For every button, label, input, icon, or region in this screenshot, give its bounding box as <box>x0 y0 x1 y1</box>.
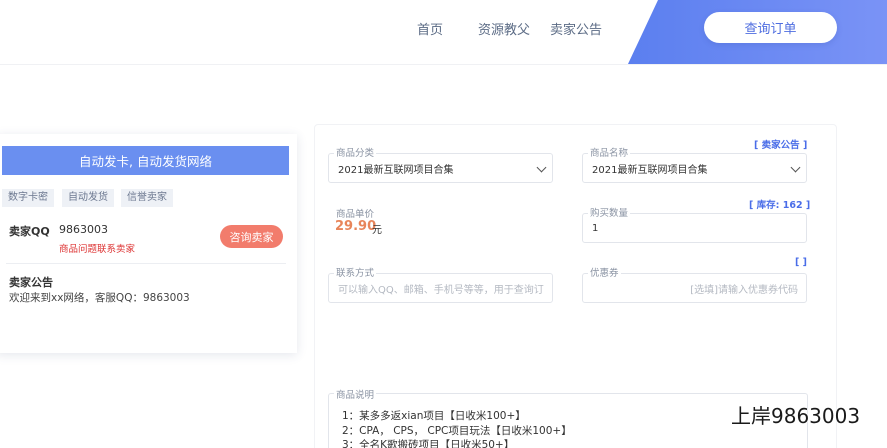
quantity-label: 购买数量 <box>588 205 631 219</box>
contact-label: 联系方式 <box>334 265 377 279</box>
watermark-text: 上岸9863003 <box>731 404 861 428</box>
seller-title-banner: 自动发卡, 自动发货网络 <box>2 146 289 175</box>
description-line: 3：全名K歌搬砖项目【日收米50+】 <box>342 439 515 448</box>
stock-indicator: [ 库存: 162 ] <box>749 200 811 211</box>
contact-placeholder: 可以输入QQ、邮箱、手机号等等，用于查询订 <box>338 284 544 296</box>
category-value: 2021最新互联网项目合集 <box>338 164 454 176</box>
seller-notice-title: 卖家公告 <box>9 276 53 289</box>
quantity-value: 1 <box>592 222 599 234</box>
price-unit: 元 <box>372 225 382 236</box>
top-header: 首页 资源教父 卖家公告 查询订单 <box>0 0 887 65</box>
category-label: 商品分类 <box>334 145 377 159</box>
description-label: 商品说明 <box>334 387 377 401</box>
card-divider <box>6 263 286 264</box>
price-label: 商品单价 <box>334 206 377 220</box>
seller-notice-text: 欢迎来到xx网络，客服QQ：9863003 <box>9 292 190 304</box>
tag-trusted-seller: 信誉卖家 <box>121 189 173 207</box>
chevron-down-icon <box>790 162 801 173</box>
nav-seller-notice[interactable]: 卖家公告 <box>550 19 602 38</box>
seller-qq-number: 9863003 <box>59 223 108 236</box>
price-value: 29.90 <box>335 219 377 234</box>
description-line: 1：某多多返xian项目【日收米100+】 <box>342 410 526 422</box>
coupon-link[interactable]: [ ] <box>795 257 807 268</box>
tag-digital-card: 数字卡密 <box>2 189 54 207</box>
seller-notice-link[interactable]: [ 卖家公告 ] <box>754 137 807 151</box>
tag-auto-delivery: 自动发货 <box>62 189 114 207</box>
chevron-down-icon <box>536 162 547 173</box>
nav-resources[interactable]: 资源教父 <box>478 19 530 38</box>
product-name-value: 2021最新互联网项目合集 <box>592 164 708 176</box>
coupon-placeholder: [选填]请输入优惠券代码 <box>690 284 798 296</box>
product-name-label: 商品名称 <box>588 145 631 159</box>
seller-card: 自动发卡, 自动发货网络 数字卡密 自动发货 信誉卖家 卖家QQ 9863003… <box>0 134 297 353</box>
seller-qq-tip: 商品问题联系卖家 <box>59 244 136 255</box>
description-line: 2：CPA， CPS， CPC项目玩法【日收米100+】 <box>342 425 572 437</box>
coupon-label: 优惠券 <box>588 265 621 279</box>
consult-seller-button[interactable]: 咨询卖家 <box>220 225 283 248</box>
seller-qq-label: 卖家QQ <box>9 225 50 238</box>
nav-home[interactable]: 首页 <box>417 19 443 38</box>
query-order-button[interactable]: 查询订单 <box>704 12 837 43</box>
